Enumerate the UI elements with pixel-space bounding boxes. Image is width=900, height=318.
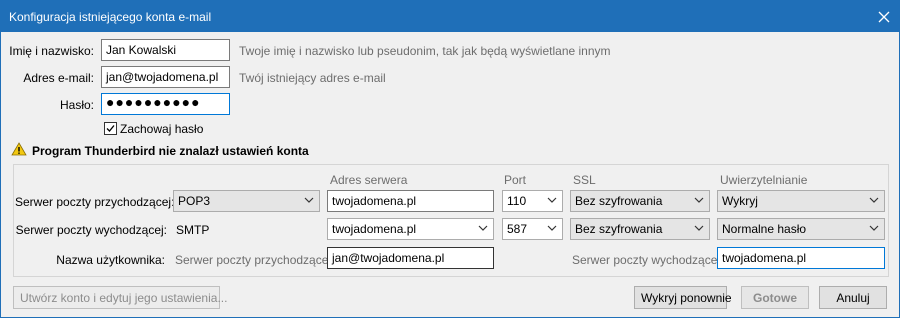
chevron-down-icon [694,225,704,231]
warning-icon [11,142,27,156]
incoming-port-combo[interactable]: 110 [502,190,563,212]
outgoing-ssl-value: Bez szyfrowania [575,222,663,236]
incoming-username-input[interactable]: jan@twojadomena.pl [327,247,494,269]
outgoing-username-input[interactable]: twojadomena.pl [717,247,885,269]
chevron-down-icon [694,197,704,203]
close-icon [878,11,890,22]
outgoing-address-value: twojadomena.pl [332,222,417,236]
dialog-window: Konfiguracja istniejącego konta e-mail I… [0,0,900,318]
outgoing-port-combo[interactable]: 587 [502,218,563,240]
username-incoming-label: Serwer poczty przychodzącej: [175,253,335,267]
close-button[interactable] [869,1,899,32]
retest-button[interactable]: Wykryj ponownie [634,286,732,309]
incoming-ssl-value: Bez szyfrowania [575,194,663,208]
incoming-auth-select[interactable]: Wykryj [717,190,885,212]
incoming-port-value: 110 [507,194,527,208]
done-button[interactable]: Gotowe [741,286,809,309]
username-outgoing-label: Serwer poczty wychodzącej: [572,253,724,267]
window-title: Konfiguracja istniejącego konta e-mail [9,9,212,24]
email-label: Adres e-mail: [23,71,94,85]
chevron-down-icon [869,225,879,231]
chevron-down-icon [869,197,879,203]
outgoing-port-value: 587 [507,222,528,236]
create-and-edit-button[interactable]: Utwórz konto i edytuj jego ustawienia... [13,286,227,309]
outgoing-auth-value: Normalne hasło [722,222,807,236]
name-input[interactable]: Jan Kowalski [101,39,230,61]
outgoing-ssl-select[interactable]: Bez szyfrowania [570,218,710,240]
incoming-protocol-select[interactable]: POP3 [173,190,320,212]
password-input[interactable]: ●●●●●●●●●● [101,93,230,115]
chevron-down-icon [547,197,557,203]
column-header-address: Adres serwera [330,173,408,187]
outgoing-server-label: Serwer poczty wychodzącej: [15,223,167,237]
incoming-address-input[interactable]: twojadomena.pl [327,190,494,212]
outgoing-auth-select[interactable]: Normalne hasło [717,218,885,240]
username-label: Nazwa użytkownika: [56,253,165,267]
chevron-down-icon [304,197,314,203]
checkmark-icon [106,125,115,132]
name-hint: Twoje imię i nazwisko lub pseudonim, tak… [239,44,611,58]
outgoing-protocol-text: SMTP [176,223,210,237]
chevron-down-icon [547,225,557,231]
column-header-auth: Uwierzytelnianie [720,173,808,187]
warning-text: Program Thunderbird nie znalazł ustawień… [32,144,309,158]
incoming-ssl-select[interactable]: Bez szyfrowania [570,190,710,212]
password-label: Hasło: [59,98,94,112]
remember-checkbox[interactable] [104,122,117,135]
incoming-protocol-value: POP3 [178,194,211,208]
incoming-server-label: Serwer poczty przychodzącej: [15,195,175,209]
outgoing-address-combo[interactable]: twojadomena.pl [327,218,494,240]
chevron-down-icon [478,225,488,231]
email-hint: Twój istniejący adres e-mail [239,71,386,85]
column-header-port: Port [504,173,527,187]
remember-label[interactable]: Zachowaj hasło [120,122,203,136]
column-header-ssl: SSL [573,173,596,187]
incoming-auth-value: Wykryj [722,194,758,208]
title-bar: Konfiguracja istniejącego konta e-mail [1,1,899,32]
cancel-button[interactable]: Anuluj [819,286,887,309]
email-input[interactable]: jan@twojadomena.pl [101,66,230,88]
name-label: Imię i nazwisko: [9,44,94,58]
